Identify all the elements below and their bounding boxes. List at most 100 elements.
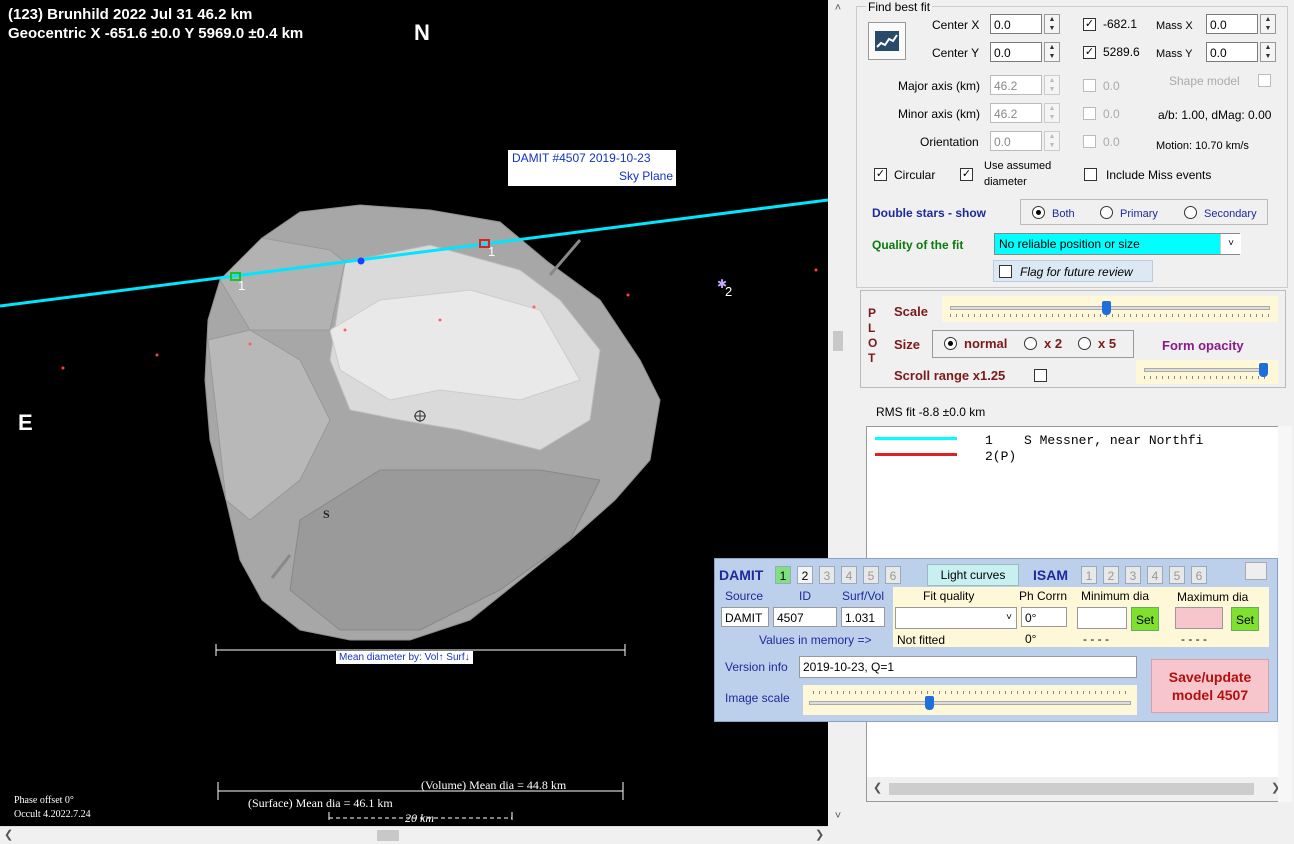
include-miss-checkbox[interactable] xyxy=(1084,168,1097,181)
major-axis-checkbox[interactable] xyxy=(1083,79,1096,92)
memory-phcorr: 0° xyxy=(1025,632,1037,646)
plot-horizontal-scrollbar[interactable]: ❮ ❯ xyxy=(0,826,828,844)
damit-tab-3[interactable]: 3 xyxy=(819,566,835,584)
flag-review-checkbox[interactable] xyxy=(999,265,1012,278)
scroll-up-icon[interactable]: ˄ xyxy=(832,2,844,14)
plot-geocentric: Geocentric X -651.6 ±0.0 Y 5969.0 ±0.4 k… xyxy=(8,25,304,42)
damit-tab-2[interactable]: 2 xyxy=(797,566,813,584)
min-dia-field[interactable] xyxy=(1077,607,1127,629)
col-surfvol-label: Surf/Vol xyxy=(842,589,885,603)
primary-radio[interactable] xyxy=(1100,206,1113,219)
assumed-diameter-checkbox[interactable]: ✓ xyxy=(960,168,973,181)
minor-axis-input[interactable]: 46.2 xyxy=(990,103,1042,123)
mass-y-label: Mass Y xyxy=(1156,48,1193,60)
image-scale-slider[interactable] xyxy=(803,685,1137,715)
scroll-range-checkbox[interactable] xyxy=(1034,369,1047,382)
damit-tab-6[interactable]: 6 xyxy=(885,566,901,584)
quality-select[interactable]: No reliable position or size xyxy=(994,233,1240,255)
source-field[interactable]: DAMIT xyxy=(721,607,769,627)
mass-y-input[interactable]: 0.0 xyxy=(1206,42,1258,62)
id-field[interactable]: 4507 xyxy=(773,607,837,627)
center-y-input[interactable]: 0.0 xyxy=(990,42,1042,62)
minor-axis-spinner[interactable]: ▲ ▼ xyxy=(1044,103,1060,123)
occult-version: Occult 4.2022.7.24 xyxy=(14,809,91,820)
damit-tab-4[interactable]: 4 xyxy=(841,566,857,584)
horizontal-scroll-thumb[interactable] xyxy=(377,830,399,841)
save-update-model-button[interactable]: Save/update model 4507 xyxy=(1151,659,1269,713)
circular-checkbox[interactable]: ✓ xyxy=(874,168,887,181)
isam-tab-3[interactable]: 3 xyxy=(1125,566,1141,584)
secondary-radio[interactable] xyxy=(1184,206,1197,219)
orientation-spinner[interactable]: ▲ ▼ xyxy=(1044,131,1060,151)
mass-x-label: Mass X xyxy=(1156,20,1193,32)
orientation-input[interactable]: 0.0 xyxy=(990,131,1042,151)
fit-quality-select[interactable]: ˅ xyxy=(895,607,1017,629)
center-x-spinner[interactable]: ▲ ▼ xyxy=(1044,14,1060,34)
isam-tab-4[interactable]: 4 xyxy=(1147,566,1163,584)
plot-vertical-label: P L O T xyxy=(868,306,878,366)
scale-slider-thumb[interactable] xyxy=(1102,301,1112,315)
both-radio[interactable] xyxy=(1032,206,1045,219)
legend-horizontal-scrollbar[interactable]: ❮ ❯ xyxy=(867,777,1285,801)
legend-text-1: 1 S Messner, near Northfi xyxy=(985,433,1204,448)
find-best-fit-button[interactable] xyxy=(868,22,906,60)
legend-scroll-left-icon[interactable]: ❮ xyxy=(873,781,882,794)
surfvol-field[interactable]: 1.031 xyxy=(841,607,885,627)
quality-dropdown-icon[interactable]: ˅ xyxy=(1220,234,1241,254)
form-opacity-slider-thumb[interactable] xyxy=(1259,363,1268,377)
isam-tab-2[interactable]: 2 xyxy=(1103,566,1119,584)
center-y-label: Center Y xyxy=(932,46,980,60)
isam-tab-6[interactable]: 6 xyxy=(1191,566,1207,584)
max-dia-field[interactable] xyxy=(1175,607,1223,629)
damit-tab-1[interactable]: 1 xyxy=(775,566,791,584)
circular-label: Circular xyxy=(894,168,936,182)
primary-label: Primary xyxy=(1120,208,1158,220)
legend-vertical-scrollbar[interactable] xyxy=(1278,426,1292,802)
shape-model-checkbox[interactable] xyxy=(1258,74,1271,87)
major-axis-input[interactable]: 46.2 xyxy=(990,75,1042,95)
mass-x-spinner[interactable]: ▲ ▼ xyxy=(1260,14,1276,34)
damit-tab-5[interactable]: 5 xyxy=(863,566,879,584)
max-dia-set-button[interactable]: Set xyxy=(1231,607,1259,631)
assumed-diameter-label-2: diameter xyxy=(984,176,1027,188)
scale-slider[interactable] xyxy=(942,296,1278,322)
x-fit-checkbox[interactable]: ✓ xyxy=(1083,18,1096,31)
scale-label: Scale xyxy=(894,304,928,319)
scroll-down-icon[interactable]: ˅ xyxy=(832,810,844,822)
size-x5-radio[interactable] xyxy=(1078,337,1091,350)
size-normal-radio[interactable] xyxy=(944,337,957,350)
rms-fit-text: RMS fit -8.8 ±0.0 km xyxy=(876,405,986,419)
scroll-right-icon[interactable]: ❯ xyxy=(815,828,824,841)
center-y-spinner[interactable]: ▲ ▼ xyxy=(1044,42,1060,62)
mass-y-spinner[interactable]: ▲ ▼ xyxy=(1260,42,1276,62)
version-info-field[interactable]: 2019-10-23, Q=1 xyxy=(799,656,1137,678)
image-scale-slider-thumb[interactable] xyxy=(924,696,934,710)
y-fit-checkbox[interactable]: ✓ xyxy=(1083,46,1096,59)
surface-mean-dia: (Surface) Mean dia = 46.1 km xyxy=(248,796,393,810)
isam-tab-1[interactable]: 1 xyxy=(1081,566,1097,584)
vertical-scroll-thumb[interactable] xyxy=(833,331,843,351)
major-axis-spinner[interactable]: ▲ ▼ xyxy=(1044,75,1060,95)
blue-marker xyxy=(357,257,365,265)
phcorr-field[interactable]: 0° xyxy=(1021,607,1067,627)
center-x-input[interactable]: 0.0 xyxy=(990,14,1042,34)
double-stars-label: Double stars - show xyxy=(872,206,987,220)
damit-close-box[interactable] xyxy=(1245,562,1267,580)
plot-letter-t: T xyxy=(868,351,876,365)
plot-canvas[interactable]: ✱ (123) Brunhild 2022 Jul 31 46.2 km Geo… xyxy=(0,0,828,826)
minor-axis-checkbox[interactable] xyxy=(1083,107,1096,120)
scroll-left-icon[interactable]: ❮ xyxy=(4,828,13,841)
min-dia-set-button[interactable]: Set xyxy=(1131,607,1159,631)
form-opacity-slider[interactable] xyxy=(1136,360,1278,384)
legend-scroll-thumb[interactable] xyxy=(889,783,1254,795)
size-x2-radio[interactable] xyxy=(1024,337,1037,350)
orientation-checkbox[interactable] xyxy=(1083,135,1096,148)
size-label: Size xyxy=(894,337,921,352)
col-phcorr-label: Ph Corrn xyxy=(1019,589,1068,603)
mass-x-input[interactable]: 0.0 xyxy=(1206,14,1258,34)
fit-quality-dropdown-icon[interactable]: ˅ xyxy=(1006,608,1012,628)
light-curves-button[interactable]: Light curves xyxy=(927,564,1019,586)
chord-label-1b: 1 xyxy=(488,244,496,259)
damit-plot-label-line1: DAMIT #4507 2019-10-23 xyxy=(512,151,651,165)
isam-tab-5[interactable]: 5 xyxy=(1169,566,1185,584)
